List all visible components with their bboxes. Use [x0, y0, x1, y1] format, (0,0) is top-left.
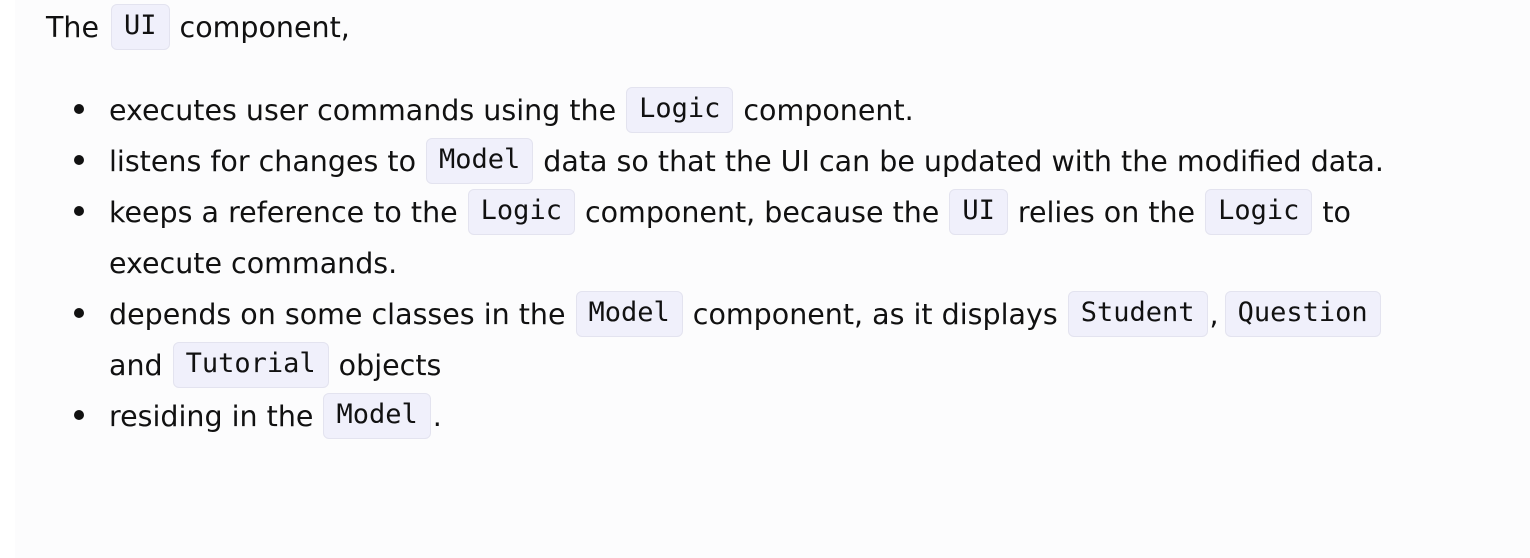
bullet-dot: [74, 410, 84, 420]
text-segment: to: [1322, 195, 1351, 229]
inline-code-logic: Logic: [1205, 189, 1313, 235]
list-item-line: depends on some classes in the Model com…: [109, 291, 1391, 337]
text-segment: component, because the: [584, 195, 940, 229]
text-segment: executes user commands using the: [109, 93, 617, 127]
inline-code-ui: UI: [111, 4, 170, 50]
text-segment: relies on the: [1017, 195, 1196, 229]
text-segment: keeps a reference to the: [109, 195, 458, 229]
text-segment: residing in the: [109, 399, 314, 433]
bullet-dot: [74, 155, 84, 165]
inline-code-logic: Logic: [467, 189, 575, 235]
intro-text-after: component,: [179, 10, 350, 44]
text-segment: listens for changes to: [109, 144, 417, 178]
list-item-line: executes user commands using the Logic c…: [109, 87, 914, 133]
list-item-line: and Tutorial objects: [109, 342, 441, 388]
comma-separator: ,: [1209, 297, 1219, 331]
text-segment: execute commands.: [109, 246, 398, 280]
list-item-line: execute commands.: [109, 240, 397, 286]
text-segment: and: [109, 348, 163, 382]
inline-code-student: Student: [1067, 291, 1208, 337]
inline-code-ui: UI: [949, 189, 1008, 235]
inline-code-tutorial: Tutorial: [172, 342, 329, 388]
inline-code-logic: Logic: [626, 87, 734, 133]
inline-code-model: Model: [575, 291, 683, 337]
bullet-dot: [74, 308, 84, 318]
intro-text-before: The: [46, 10, 100, 44]
text-segment: component, as it displays: [692, 297, 1058, 331]
list-item-line: residing in the Model .: [109, 393, 442, 439]
inline-code-model: Model: [323, 393, 431, 439]
text-segment: .: [432, 399, 442, 433]
document-page: The UI component, executes user commands…: [0, 0, 1530, 558]
inline-code-question: Question: [1224, 291, 1381, 337]
text-segment: depends on some classes in the: [109, 297, 566, 331]
list-item-line: keeps a reference to the Logic component…: [109, 189, 1351, 235]
text-segment: component.: [743, 93, 914, 127]
text-segment: data so that the UI can be updated with …: [543, 144, 1384, 178]
intro-paragraph: The UI component,: [46, 4, 350, 50]
text-segment: objects: [338, 348, 442, 382]
bullet-dot: [74, 206, 84, 216]
inline-code-model: Model: [426, 138, 534, 184]
list-item-line: listens for changes to Model data so tha…: [109, 138, 1384, 184]
bullet-dot: [74, 104, 84, 114]
